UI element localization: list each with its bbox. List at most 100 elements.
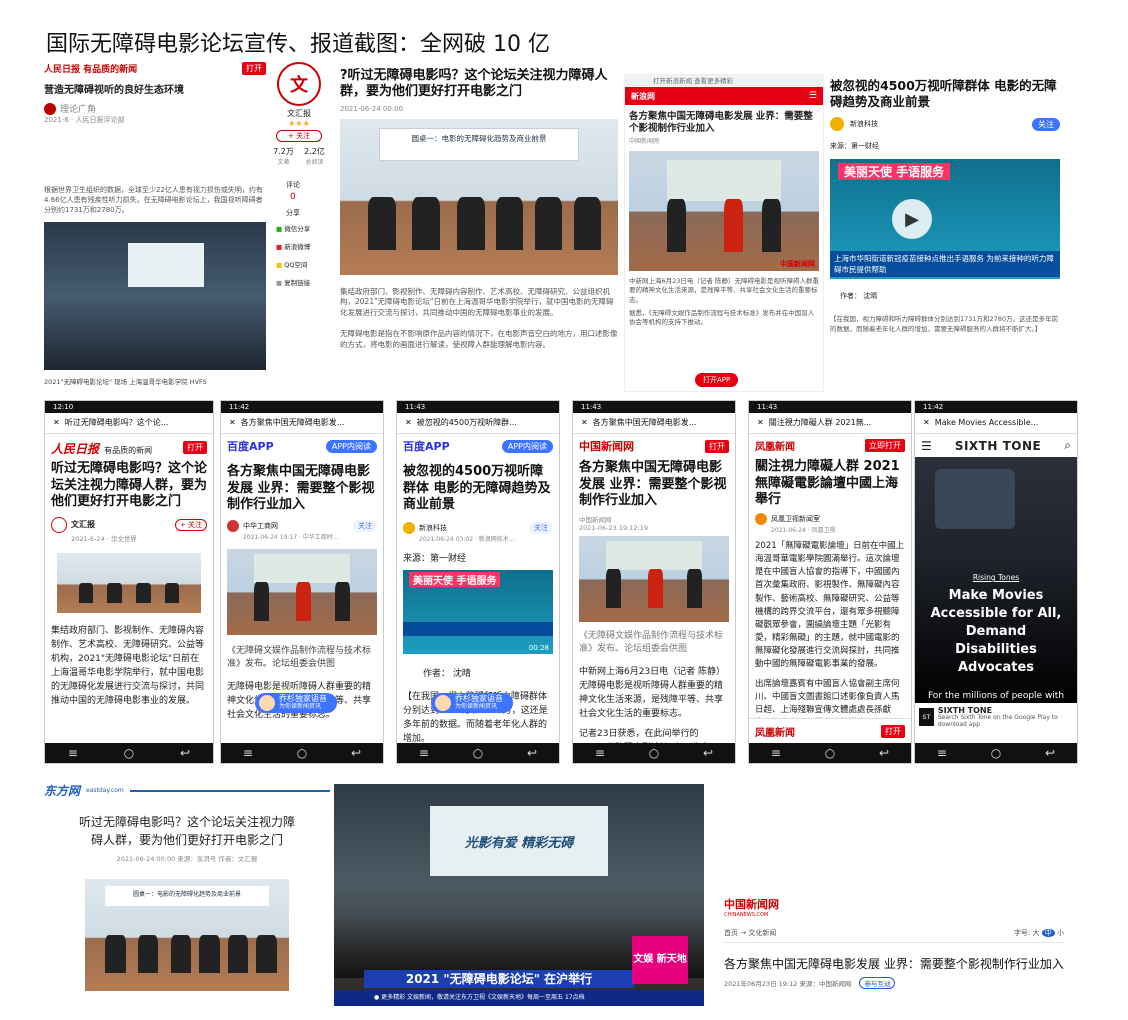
people-daily-logo: 人民日报	[51, 442, 100, 456]
page-title: 国际无障碍电影论坛宣传、报道截图：全网破 10 亿	[46, 32, 550, 57]
menu-icon[interactable]: ≡	[243, 746, 253, 760]
share-wechat[interactable]: ■ 微信分享	[276, 220, 330, 238]
chinanews-desktop-headline: 各方聚焦中国无障碍电影发展 业界：需要整个影视制作行业加入	[724, 957, 1064, 971]
chinanews-desktop-meta: 2021年06月23日 19:12 来源：中国新闻网	[724, 980, 852, 988]
voice-reader-button[interactable]: 乔杉独家语音 为你读新闻资讯	[255, 693, 337, 713]
sina-tech-byline: 作者： 沈晴	[840, 292, 878, 301]
phone-headline: 各方聚焦中国无障碍电影发展 业界：需要整个影视制作行业加入	[579, 460, 727, 509]
android-nav-bar: ≡ ○ ↩	[45, 743, 213, 763]
author-avatar	[227, 519, 239, 532]
sina-tech-follow-button[interactable]: 关注	[1032, 117, 1060, 131]
chinanews-desktop-domain: CHINANEWS.COM	[724, 912, 769, 918]
stat-value: 2.2亿	[304, 147, 325, 156]
phone-byline: 作者： 沈晴	[423, 668, 471, 679]
back-icon[interactable]: ↩	[1045, 746, 1055, 760]
author-avatar	[51, 516, 67, 533]
baidu-logo: 百度APP	[403, 440, 450, 453]
wenhui-follow-button[interactable]: + 关注	[276, 130, 322, 142]
voice-reader-button[interactable]: 乔杉独家语音 为你读新闻资讯	[431, 693, 513, 713]
eastday-logo: 东方网	[44, 784, 81, 798]
hero-photo	[935, 469, 1015, 529]
people-daily-author: 理论广角	[60, 105, 97, 115]
home-icon[interactable]: ○	[297, 746, 307, 760]
author-meta: 2021-6-24 · 华文世界	[71, 534, 137, 543]
hamburger-icon[interactable]: ☰	[921, 439, 932, 453]
back-icon[interactable]: ↩	[703, 746, 713, 760]
font-size-large[interactable]: 大	[1033, 929, 1040, 937]
people-daily-brand: 人民日报 有品质的新闻	[44, 65, 138, 75]
sixth-tone-sub: For the millions of people with	[927, 691, 1065, 701]
home-icon[interactable]: ○	[473, 746, 483, 760]
close-icon[interactable]: ✕	[581, 418, 588, 427]
wenhui-body-2: 无障碍电影是指在不影响原作品内容的情况下，在电影声音空白的地方，用口述影像的方式…	[340, 329, 618, 349]
share-qzone[interactable]: ■ QQ空间	[276, 256, 330, 274]
author-avatar	[755, 512, 767, 525]
phone-sixth-tone: 11:42 ✕ Make Movies Accessible... ☰ SIXT…	[914, 400, 1078, 764]
people-daily-meta: 2021-6 · 人民日报评论部	[44, 116, 125, 124]
home-icon[interactable]: ○	[825, 746, 835, 760]
eastday-domain: eastday.com	[86, 787, 124, 794]
sina-open-app-button[interactable]: 打开APP	[695, 373, 739, 387]
share-copy-link[interactable]: ■ 复制链接	[276, 274, 330, 292]
play-icon[interactable]: ▶	[892, 199, 932, 240]
header-rule	[129, 789, 330, 792]
open-button[interactable]: 打开	[183, 441, 207, 454]
sina-tech-author: 新浪科技	[850, 120, 878, 129]
close-icon[interactable]: ✕	[923, 418, 930, 427]
sign-language-video[interactable]: 美丽天使 手语服务 ▶ 上海市华阳街道新冠疫苗接种点推出手语服务 为前来接种的听…	[830, 159, 1060, 280]
open-now-button[interactable]: 立即打开	[865, 439, 905, 452]
follow-button[interactable]: + 关注	[174, 518, 207, 531]
roundtable-photo: 圆桌一：电影的无障碍化趋势及商业前景	[340, 118, 618, 275]
sina-brand: 新浪网	[631, 91, 655, 101]
app-read-button[interactable]: APP内阅读	[501, 439, 553, 453]
ifeng-footer-open-button[interactable]: 打开	[881, 724, 905, 738]
wenhui-body-1: 集结政府部门、影视制作、无障碍内容制作、艺术高校、无障碍研究、公益组织机构，20…	[340, 286, 614, 318]
menu-icon[interactable]: ≡	[771, 746, 781, 760]
sina-body: 中新网上海6月23日电（记者 陈静）无障碍电影是视听障碍人群重要的精神文化生活来…	[629, 276, 819, 304]
video-subtitle-bar	[403, 621, 553, 636]
wenhui-date: 2021-06-24 00:00	[340, 104, 404, 113]
back-icon[interactable]: ↩	[351, 746, 361, 760]
back-icon[interactable]: ↩	[180, 746, 190, 760]
phone-source: 来源：第一财经	[403, 553, 467, 564]
back-icon[interactable]: ↩	[527, 746, 537, 760]
interact-button[interactable]: 参与互动	[859, 977, 896, 989]
close-icon[interactable]: ✕	[405, 418, 412, 427]
menu-icon[interactable]: ☰	[809, 91, 817, 101]
press-conference-photo	[227, 548, 377, 635]
tv-news-still: 光影有爱 精彩无碍 2021 "无障碍电影论坛" 在沪举行 ● 更多精彩 文娱新…	[334, 784, 704, 1006]
home-icon[interactable]: ○	[649, 746, 659, 760]
app-read-button[interactable]: APP内阅读	[325, 439, 377, 453]
font-size-small[interactable]: 小	[1057, 929, 1064, 937]
share-weibo[interactable]: ■ 新浪微博	[276, 238, 330, 256]
stage-banner	[667, 160, 781, 202]
menu-icon[interactable]: ≡	[937, 746, 947, 760]
sixth-tone-logo: SIXTH TONE	[954, 438, 1042, 453]
home-icon[interactable]: ○	[991, 746, 1001, 760]
sina-body-2: 据悉，《无障碍文娱作品制作流程与技术标准》发布并在中国盲人协会等机构的支持下推动…	[629, 308, 815, 327]
search-icon[interactable]: ⌕	[1064, 438, 1071, 453]
breadcrumb[interactable]: 首页 → 文化新闻	[724, 928, 776, 938]
close-icon[interactable]: ✕	[757, 418, 764, 427]
wenhui-name: 文汇报	[287, 109, 311, 118]
follow-button[interactable]: 关注	[353, 519, 377, 532]
eastday-headline: 听过无障碍电影吗？这个论坛关注视力障碍人群，要为他们更好打开电影之门	[78, 815, 295, 847]
chinanews-logo: 中国新闻网	[579, 440, 634, 453]
phone-body: 集结政府部门、影视制作、无障碍内容制作、艺术高校、无障碍研究、公益等机构，202…	[51, 625, 205, 706]
close-icon[interactable]: ✕	[53, 418, 60, 427]
home-icon[interactable]: ○	[124, 746, 134, 760]
menu-icon[interactable]: ≡	[419, 746, 429, 760]
people-daily-open-button[interactable]: 打开	[242, 62, 266, 75]
menu-icon[interactable]: ≡	[68, 746, 78, 760]
sixth-tone-tag: Rising Tones	[972, 573, 1020, 582]
sign-language-video[interactable]: 美丽天使 手语服务 00:28	[403, 569, 553, 654]
open-button[interactable]: 打开	[705, 439, 729, 453]
phone-topbar: ✕ 關注視力障礙人群 2021無...	[749, 413, 911, 434]
menu-icon[interactable]: ≡	[595, 746, 605, 760]
font-size-medium[interactable]: 中	[1041, 929, 1055, 937]
chinanews-watermark: 中国新闻网	[780, 259, 815, 268]
follow-button[interactable]: 关注	[529, 521, 553, 534]
close-icon[interactable]: ✕	[229, 418, 236, 427]
back-icon[interactable]: ↩	[879, 746, 889, 760]
people-daily-photo-caption: 2021"无障碍电影论坛" 现场 上海温哥华电影学院 HVFS	[44, 378, 207, 386]
